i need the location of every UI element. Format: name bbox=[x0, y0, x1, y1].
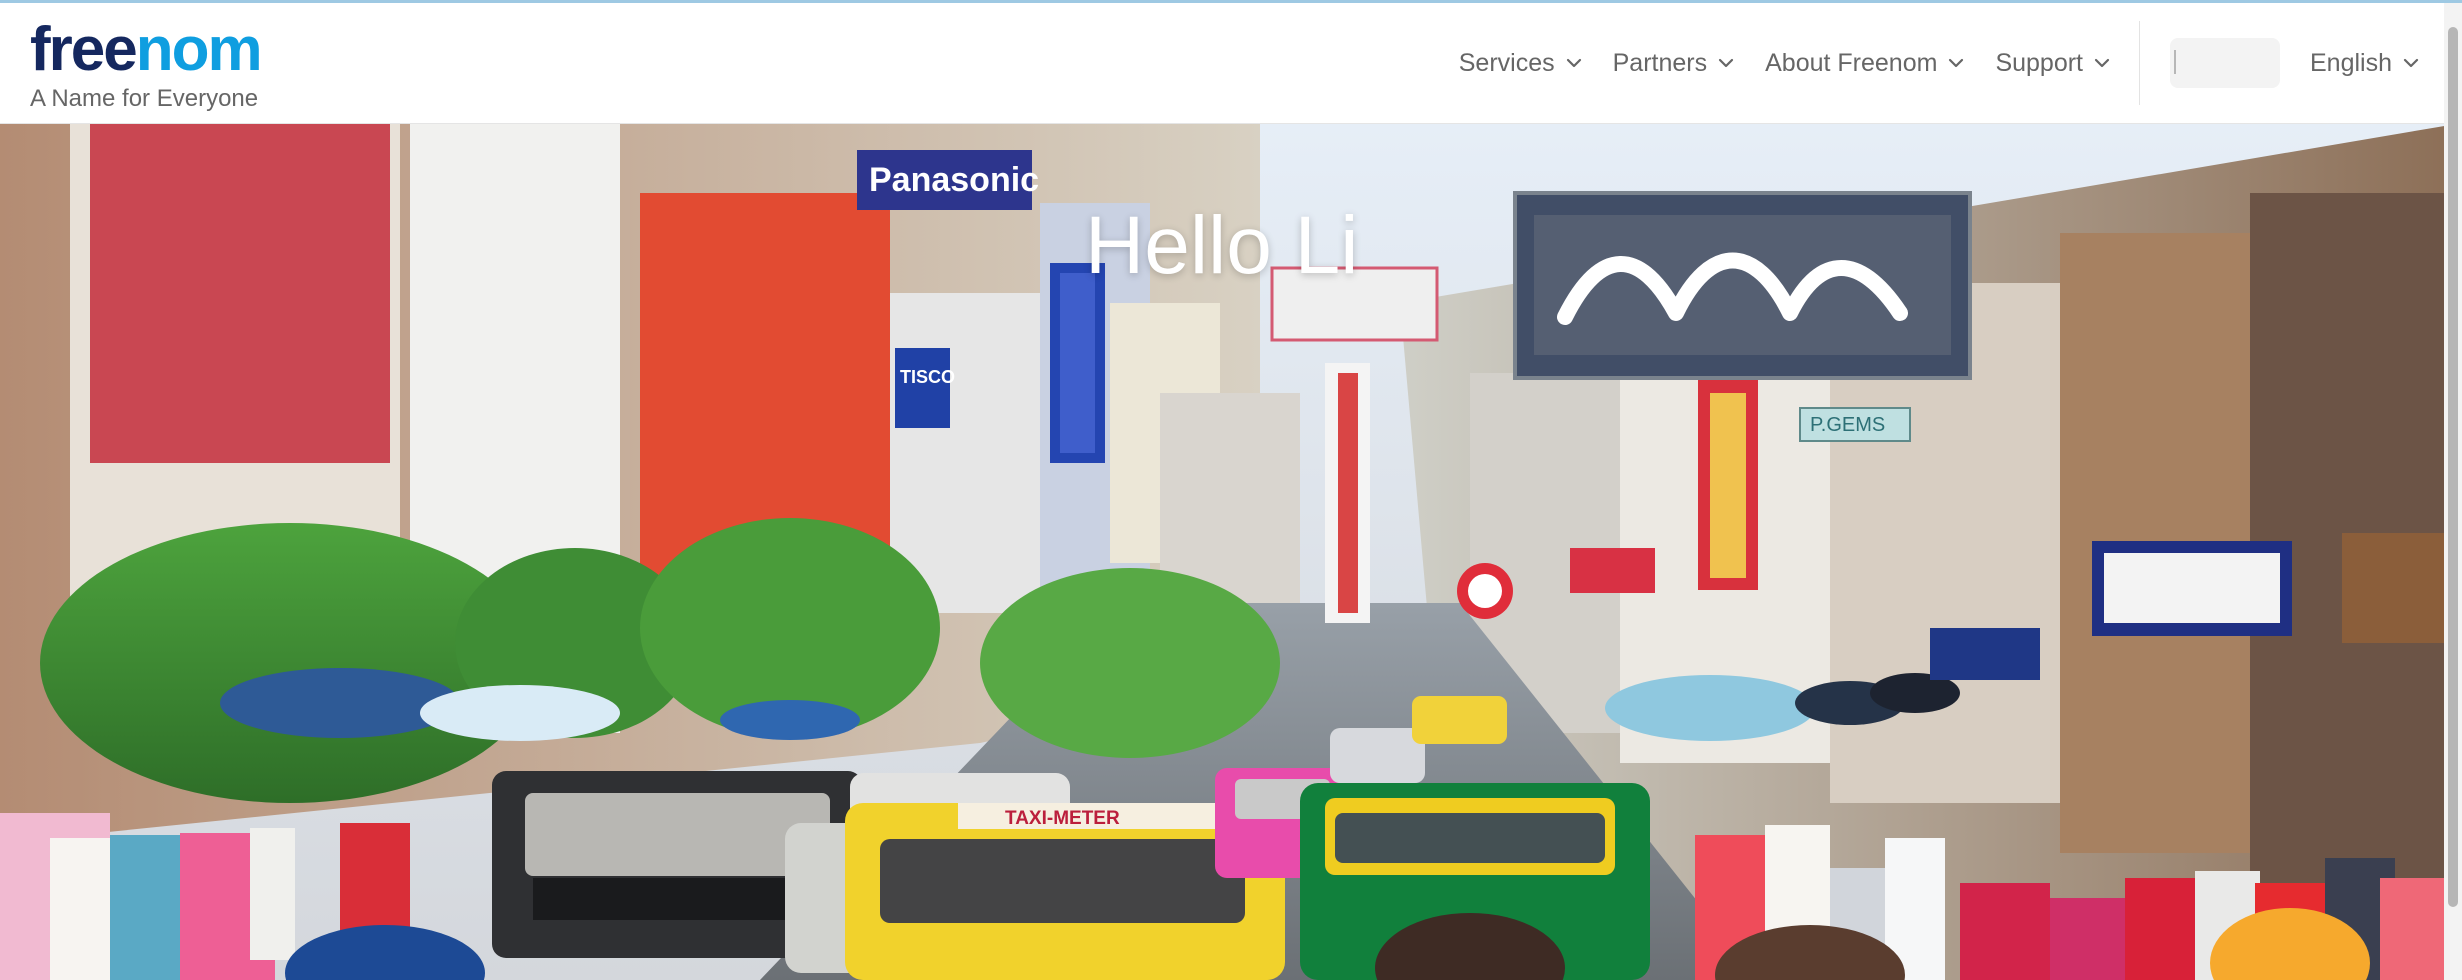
page-scrollbar[interactable] bbox=[2444, 3, 2462, 980]
main-navigation: Services Partners About Freenom Support bbox=[1429, 21, 2420, 105]
hero-headline: Hello Li bbox=[1085, 200, 1359, 291]
nav-partners-label: Partners bbox=[1612, 48, 1708, 77]
logo-tagline: A Name for Everyone bbox=[30, 85, 259, 112]
logo-part-nom: nom bbox=[135, 15, 263, 84]
nav-partners[interactable]: Partners bbox=[1613, 49, 1735, 78]
logo-wordmark: freenom bbox=[30, 19, 263, 81]
freenom-logo[interactable]: freenom A Name for Everyone bbox=[30, 19, 310, 119]
login-icon bbox=[2174, 50, 2176, 74]
sign-tisco: TISCO bbox=[900, 367, 955, 387]
nav-divider bbox=[2139, 21, 2140, 105]
sign-panasonic: Panasonic bbox=[869, 161, 1039, 199]
chevron-down-icon bbox=[2403, 58, 2419, 68]
chevron-down-icon bbox=[1949, 58, 1964, 68]
nav-about-freenom-label: About Freenom bbox=[1765, 48, 1938, 77]
nav-services[interactable]: Services bbox=[1459, 49, 1583, 78]
nav-services-label: Services bbox=[1458, 48, 1555, 77]
language-selector[interactable]: English bbox=[2310, 49, 2420, 78]
sign-pgems: P.GEMS bbox=[1810, 414, 1885, 436]
login-button[interactable] bbox=[2170, 38, 2280, 88]
chevron-down-icon bbox=[2094, 58, 2110, 68]
language-label: English bbox=[2310, 48, 2392, 77]
site-header: freenom A Name for Everyone Services Par… bbox=[0, 3, 2462, 124]
chevron-down-icon bbox=[1719, 58, 1734, 68]
hero-banner: Panasonic TISCO P.GEMS TAXI-METER Hello … bbox=[0, 123, 2462, 980]
nav-support[interactable]: Support bbox=[1995, 49, 2111, 78]
taxi-meter-sign: TAXI-METER bbox=[1005, 808, 1120, 829]
page-scrollbar-thumb[interactable] bbox=[2448, 27, 2458, 907]
page-root: freenom A Name for Everyone Services Par… bbox=[0, 0, 2462, 980]
logo-part-free: free bbox=[30, 15, 138, 84]
chevron-down-icon bbox=[1566, 58, 1581, 68]
nav-support-label: Support bbox=[1995, 48, 2083, 77]
nav-about-freenom[interactable]: About Freenom bbox=[1765, 49, 1965, 78]
